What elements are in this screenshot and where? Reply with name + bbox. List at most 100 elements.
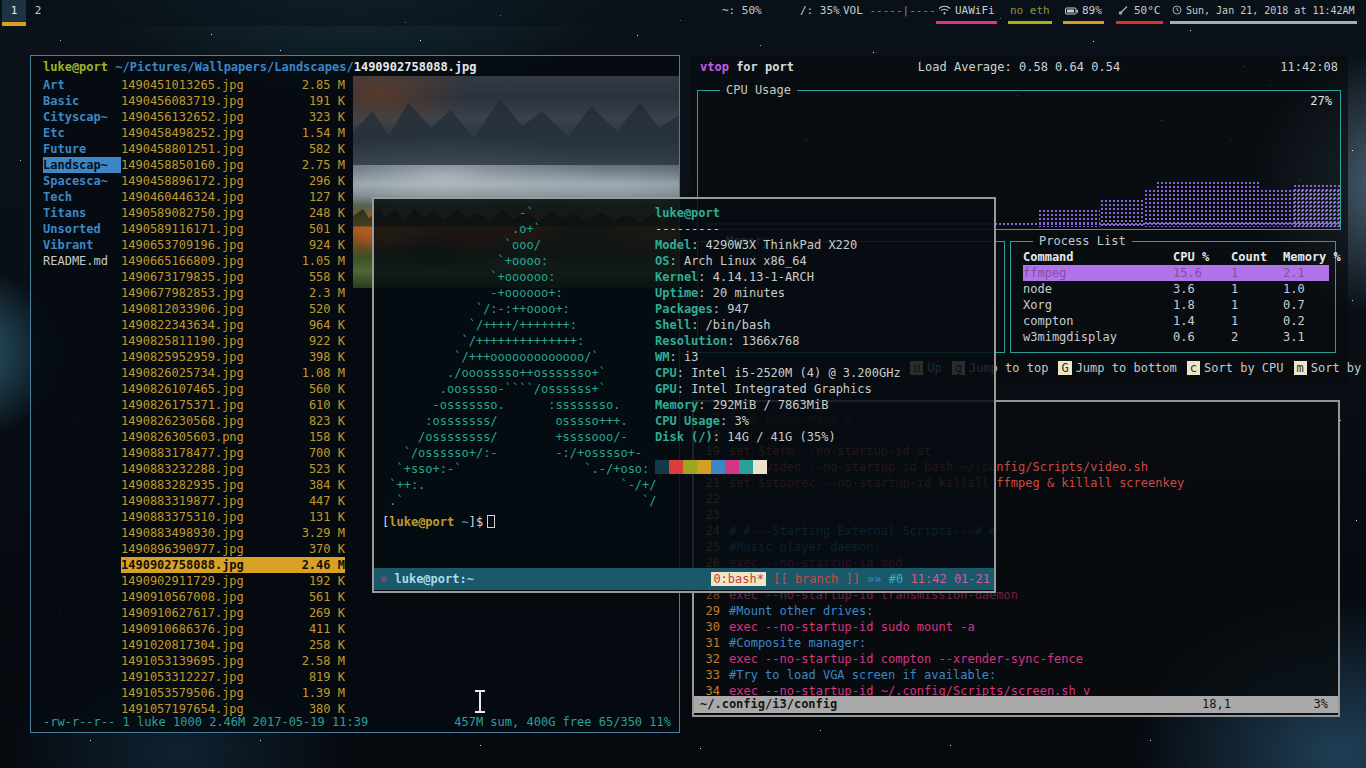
file-item[interactable]: 1490826230568.jpg823 K <box>121 413 345 429</box>
shell-prompt[interactable]: [luke@port ~]$ <box>382 515 495 529</box>
palette-swatch <box>711 460 725 474</box>
directory-item[interactable]: Art <box>43 77 121 93</box>
wifi-indicator[interactable]: UAWiFi <box>938 0 995 26</box>
process-row[interactable]: Xorg1.810.7 <box>1023 297 1329 313</box>
desktop-wallpaper: 1 2 ~: 50% /: 35% VOL -----|---- UAWiFi … <box>0 0 1366 768</box>
file-item[interactable]: 1490451013265.jpg2.85 M <box>121 77 345 93</box>
file-item[interactable]: 1491053139695.jpg2.58 M <box>121 653 345 669</box>
file-item[interactable]: 1490458850160.jpg2.75 M <box>121 157 345 173</box>
volume-indicator[interactable]: VOL -----|---- <box>843 0 936 26</box>
tmux-date: 01-21 <box>954 572 990 586</box>
palette-swatch <box>669 460 683 474</box>
file-item[interactable]: 1490653709196.jpg924 K <box>121 237 345 253</box>
file-item[interactable]: 1490458498252.jpg1.54 M <box>121 125 345 141</box>
file-item[interactable]: 1490826107465.jpg560 K <box>121 381 345 397</box>
directory-item[interactable]: Tech <box>43 189 121 205</box>
directory-item[interactable]: Etc <box>43 125 121 141</box>
file-item[interactable]: 1490910686376.jpg411 K <box>121 621 345 637</box>
file-item[interactable]: 1490896390977.jpg370 K <box>121 541 345 557</box>
file-item[interactable]: 1490883498930.jpg3.29 M <box>121 525 345 541</box>
file-item[interactable]: 1490883232288.jpg523 K <box>121 461 345 477</box>
file-item[interactable]: 1490826025734.jpg1.08 M <box>121 365 345 381</box>
ranger-directory-column: ArtBasicCityscap~EtcFutureLandscap~Space… <box>43 77 121 269</box>
file-item[interactable]: 1490456083719.jpg191 K <box>121 93 345 109</box>
neofetch-info-line: Packages: 947 <box>655 301 901 317</box>
file-item[interactable]: 1490883375310.jpg131 K <box>121 509 345 525</box>
directory-item[interactable]: Unsorted <box>43 221 121 237</box>
directory-item[interactable]: Landscap~ <box>43 157 121 173</box>
file-item[interactable]: 1490812033906.jpg520 K <box>121 301 345 317</box>
process-row[interactable]: compton1.410.2 <box>1023 313 1329 329</box>
tmux-window-name[interactable]: 0:bash* <box>711 572 766 586</box>
file-item[interactable]: 1491053312227.jpg819 K <box>121 669 345 685</box>
vtop-header: vtop for port Load Average: 0.58 0.64 0.… <box>700 60 1338 76</box>
palette-swatch <box>655 460 669 474</box>
file-item[interactable]: 1491053579506.jpg1.39 M <box>121 685 345 701</box>
directory-item[interactable]: Vibrant <box>43 237 121 253</box>
neofetch-terminal-window: -` .o+` `ooo/ `+oooo: `+oooooo: -+oooooo… <box>372 197 996 593</box>
clock-indicator[interactable]: Sun, Jan 21, 2018 at 11:42AM <box>1172 0 1355 26</box>
palette-swatch <box>753 460 767 474</box>
directory-item[interactable]: Cityscap~ <box>43 109 121 125</box>
file-item[interactable]: 1490883319877.jpg447 K <box>121 493 345 509</box>
palette-swatch <box>697 460 711 474</box>
file-item[interactable]: 1490826175371.jpg610 K <box>121 397 345 413</box>
neofetch-info-line: Resolution: 1366x768 <box>655 333 901 349</box>
file-item[interactable]: 1490458896172.jpg296 K <box>121 173 345 189</box>
file-item[interactable]: 1490825952959.jpg398 K <box>121 349 345 365</box>
temperature-indicator[interactable]: 50°C <box>1118 0 1161 26</box>
disk-home-indicator[interactable]: ~: 50% <box>722 0 762 26</box>
ranger-path-title: luke@port ~/Pictures/Wallpapers/Landscap… <box>43 60 477 74</box>
battery-icon <box>1065 7 1078 15</box>
file-item[interactable]: 1490826305603.png158 K <box>121 429 345 445</box>
file-item[interactable]: 1490910627617.jpg269 K <box>121 605 345 621</box>
directory-item[interactable]: Spacesca~ <box>43 173 121 189</box>
vtop-title: vtop for port <box>700 60 794 74</box>
file-item[interactable]: 1490673179835.jpg558 K <box>121 269 345 285</box>
ranger-file-column: 1490451013265.jpg2.85 M1490456083719.jpg… <box>121 77 345 717</box>
battery-indicator[interactable]: 89% <box>1065 0 1102 26</box>
neofetch-info: luke@port---------Model: 4290W3X ThinkPa… <box>655 205 901 445</box>
directory-item[interactable]: Basic <box>43 93 121 109</box>
ethernet-indicator[interactable]: no eth <box>1010 0 1050 26</box>
file-item[interactable]: 1490665166809.jpg1.05 M <box>121 253 345 269</box>
disk-root-indicator[interactable]: /: 35% <box>800 0 840 26</box>
file-item[interactable]: 1490902758088.jpg2.46 M <box>121 557 345 573</box>
file-item[interactable]: 1490456132652.jpg323 K <box>121 109 345 125</box>
vim-status-bar: ~/.config/i3/config 18,1 3% <box>694 696 1338 713</box>
process-row[interactable]: ffmpeg15.612.1 <box>1023 265 1329 281</box>
workspace-1-button[interactable]: 1 <box>2 0 26 26</box>
workspace-2-button[interactable]: 2 <box>26 0 50 26</box>
file-item[interactable]: 1490677982853.jpg2.3 M <box>121 285 345 301</box>
file-item[interactable]: 1490460446324.jpg127 K <box>121 189 345 205</box>
process-list-panel: Process List CommandCPU %CountMemory %ff… <box>1010 241 1336 353</box>
palette-swatch <box>725 460 739 474</box>
file-item[interactable]: 1490589116171.jpg501 K <box>121 221 345 237</box>
file-item[interactable]: 1490910567008.jpg561 K <box>121 589 345 605</box>
cpu-percent: 27% <box>1310 94 1332 108</box>
vim-line: 32exec --no-startup-id compton --xrender… <box>694 651 1338 667</box>
file-item[interactable]: 1490825811190.jpg922 K <box>121 333 345 349</box>
vim-cursor-position: 18,1 <box>1202 696 1231 713</box>
neofetch-info-line: Uptime: 20 minutes <box>655 285 901 301</box>
directory-item[interactable]: Future <box>43 141 121 157</box>
neofetch-info-line: WM: i3 <box>655 349 901 365</box>
file-item[interactable]: 1490589082750.jpg248 K <box>121 205 345 221</box>
text-cursor <box>474 690 486 714</box>
ranger-status-bar: -rw-r--r-- 1 luke 1000 2.46M 2017-05-19 … <box>43 715 671 729</box>
file-item[interactable]: 1490902911729.jpg192 K <box>121 573 345 589</box>
process-row[interactable]: node3.611.0 <box>1023 281 1329 297</box>
process-row[interactable]: w3mimgdisplay0.623.1 <box>1023 329 1329 345</box>
file-item[interactable]: 1490883178477.jpg700 K <box>121 445 345 461</box>
neofetch-info-line: CPU: Intel i5-2520M (4) @ 3.200GHz <box>655 365 901 381</box>
disk-summary: 457M sum, 400G free 65/350 11% <box>454 715 671 729</box>
load-average: Load Average: 0.58 0.64 0.54 <box>918 60 1120 74</box>
wifi-icon <box>938 5 951 15</box>
file-item[interactable]: 1490458801251.jpg582 K <box>121 141 345 157</box>
directory-item[interactable]: README.md <box>43 253 121 269</box>
directory-item[interactable]: Titans <box>43 205 121 221</box>
file-item[interactable]: 1490822343634.jpg964 K <box>121 317 345 333</box>
file-item[interactable]: 1491020817304.jpg258 K <box>121 637 345 653</box>
file-item[interactable]: 1490883282935.jpg384 K <box>121 477 345 493</box>
tmux-session[interactable]: luke@port:~ <box>394 572 473 586</box>
